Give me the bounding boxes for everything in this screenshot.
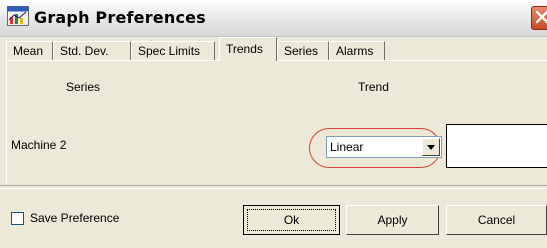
tab-series[interactable]: Series <box>277 41 329 60</box>
close-icon <box>535 10 547 24</box>
tab-mean[interactable]: Mean <box>6 41 53 60</box>
window-title: Graph Preferences <box>34 8 206 27</box>
tab-alarms[interactable]: Alarms <box>329 41 385 60</box>
save-preference-label[interactable]: Save Preference <box>30 211 119 225</box>
footer-divider <box>0 185 547 189</box>
tab-trends[interactable]: Trends <box>219 37 277 61</box>
cancel-button-label: Cancel <box>477 213 516 227</box>
apply-button-label: Apply <box>377 213 408 227</box>
cancel-button[interactable]: Cancel <box>446 205 547 235</box>
trend-column-header: Trend <box>358 80 389 94</box>
ok-button[interactable]: Ok <box>243 205 340 235</box>
apply-button[interactable]: Apply <box>346 205 439 235</box>
series-column-header: Series <box>66 80 101 94</box>
close-button[interactable] <box>531 6 547 30</box>
graph-app-icon <box>7 6 29 26</box>
tab-std-dev[interactable]: Std. Dev. <box>53 41 131 60</box>
tab-spec-limits[interactable]: Spec Limits <box>131 41 215 60</box>
dropdown-arrow-button[interactable] <box>422 138 440 156</box>
focus-ring <box>247 209 336 231</box>
graph-preferences-window: Graph Preferences Mean Std. Dev. Spec Li… <box>0 0 547 248</box>
trend-dropdown[interactable]: Linear <box>326 136 442 158</box>
title-bar[interactable]: Graph Preferences <box>0 0 547 37</box>
save-preference-checkbox[interactable] <box>11 212 24 225</box>
series-name-label: Machine 2 <box>11 138 67 152</box>
trend-dropdown-value: Linear <box>330 140 364 154</box>
chevron-down-icon <box>427 145 435 150</box>
trend-value-field[interactable] <box>446 124 547 168</box>
